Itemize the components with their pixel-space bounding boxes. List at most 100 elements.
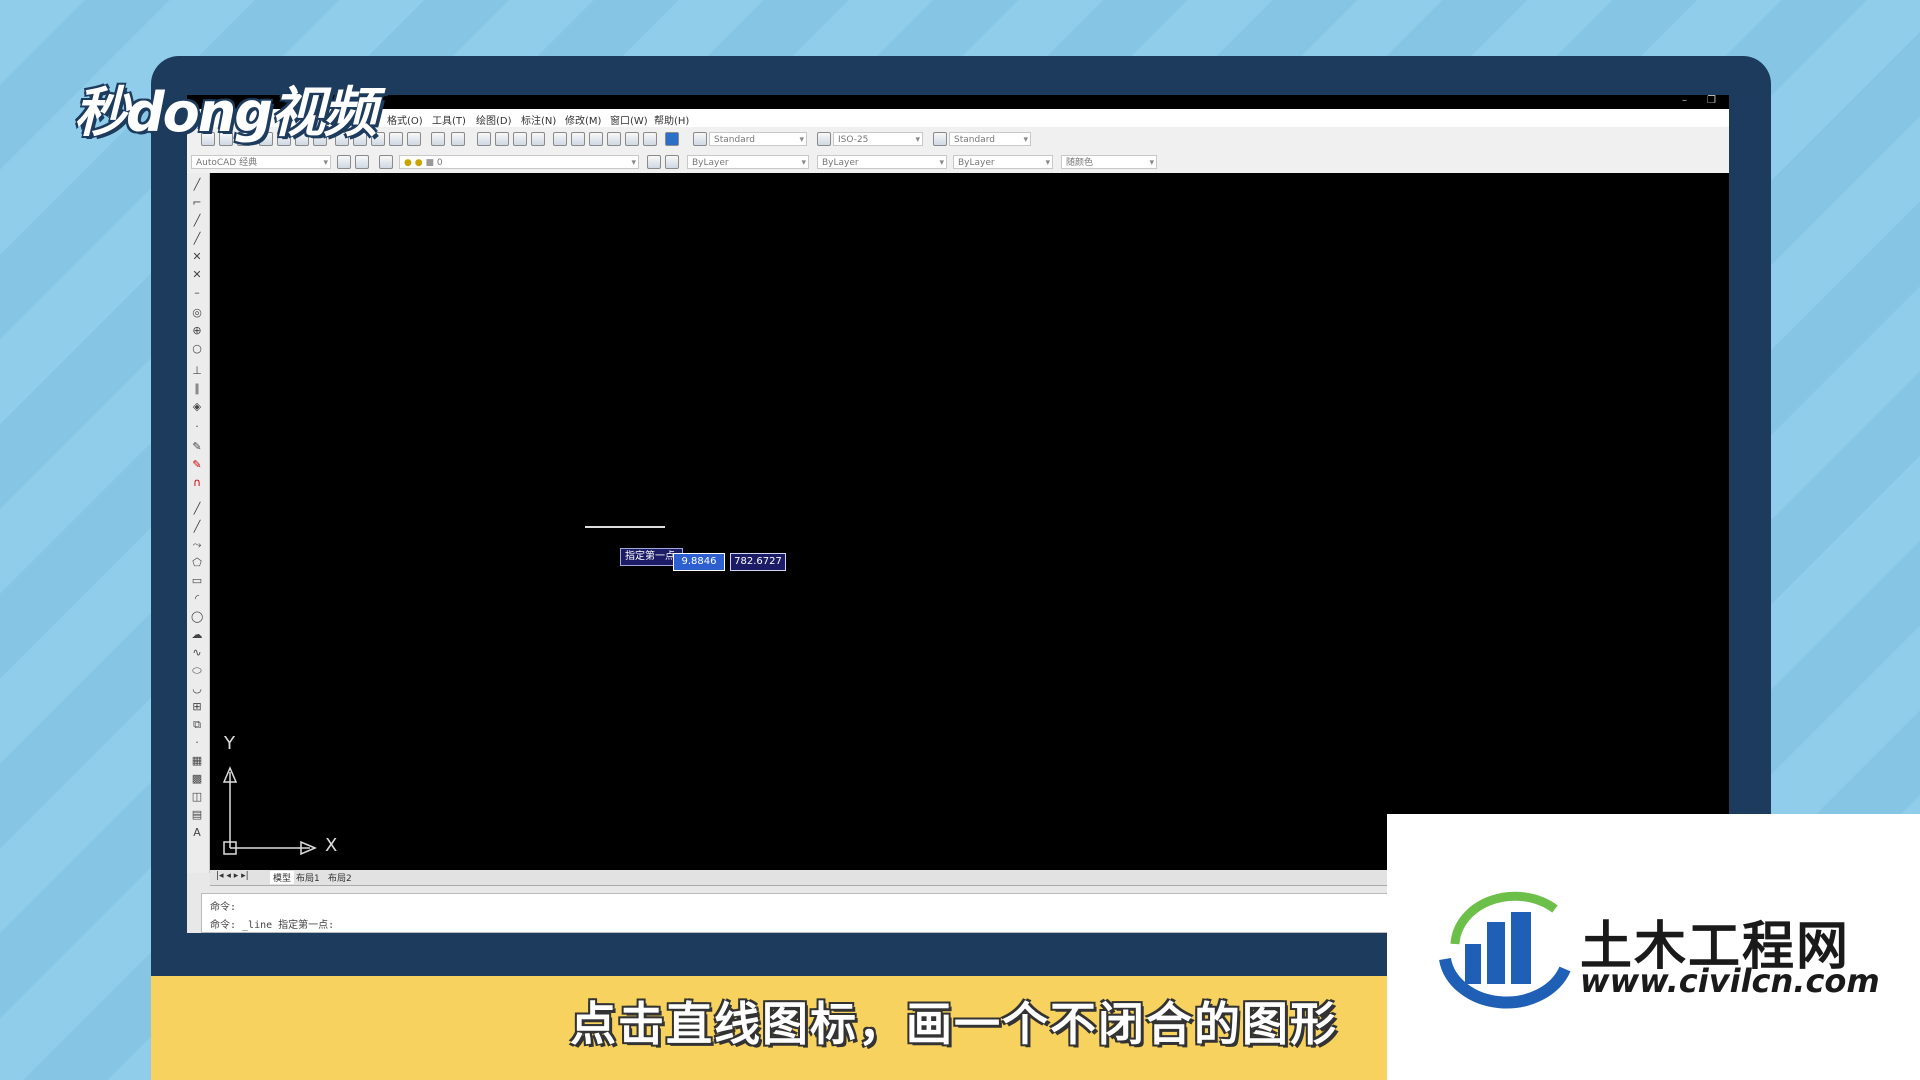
sheet-set-icon[interactable] bbox=[607, 132, 621, 146]
node-icon[interactable]: ◈ bbox=[191, 401, 203, 413]
ellipse-icon[interactable]: ⬭ bbox=[191, 665, 203, 677]
snap-settings-icon[interactable]: ✎ bbox=[191, 459, 203, 471]
drawn-line-segment bbox=[585, 526, 665, 528]
tool-palettes-icon[interactable] bbox=[589, 132, 603, 146]
snap-icon[interactable]: ✎ bbox=[191, 441, 203, 453]
ucs-y-label: Y bbox=[224, 733, 235, 754]
multiline-text-icon[interactable]: A bbox=[191, 827, 203, 839]
zoom-previous-icon[interactable] bbox=[531, 132, 545, 146]
markup-icon[interactable] bbox=[625, 132, 639, 146]
rectangle-icon[interactable]: ▭ bbox=[191, 575, 203, 587]
workspace-settings-icon[interactable] bbox=[337, 155, 351, 169]
help-icon[interactable] bbox=[665, 132, 679, 146]
text-style-icon[interactable] bbox=[693, 132, 707, 146]
draw-toolbar: ╱ ⌐ ╱ ╱ ✕ ✕ – ◎ ⊕ ○ ⊥ ∥ ◈ · ✎ ✎ ∩ ╱ ╱ ⤳ … bbox=[187, 173, 210, 873]
pan-icon[interactable] bbox=[477, 132, 491, 146]
drawing-canvas[interactable] bbox=[210, 173, 1729, 870]
workspace-select[interactable]: AutoCAD 经典 bbox=[191, 155, 331, 170]
parallel-icon[interactable]: ∥ bbox=[191, 383, 203, 395]
menu-format[interactable]: 格式(O) bbox=[387, 112, 423, 127]
properties-icon[interactable] bbox=[553, 132, 567, 146]
erase-icon[interactable]: ✕ bbox=[191, 251, 203, 263]
circle-icon[interactable]: ◎ bbox=[191, 307, 203, 319]
menu-modify[interactable]: 修改(M) bbox=[565, 112, 601, 127]
make-current-layer-icon[interactable] bbox=[647, 155, 661, 169]
subtitle-text: 点击直线图标，画一个不闭合的图形 bbox=[570, 997, 1338, 1051]
center-icon[interactable]: ⊕ bbox=[191, 325, 203, 337]
layer-manager-icon[interactable] bbox=[379, 155, 393, 169]
undo-icon[interactable] bbox=[431, 132, 445, 146]
magnet-icon[interactable]: ∩ bbox=[191, 477, 203, 489]
draw-circle-icon[interactable]: ◯ bbox=[191, 611, 203, 623]
menu-help[interactable]: 帮助(H) bbox=[654, 112, 689, 127]
draw-polyline-icon[interactable]: ⤳ bbox=[191, 539, 203, 551]
sun-icon: ● bbox=[414, 158, 423, 168]
point-icon[interactable]: · bbox=[191, 737, 203, 749]
linetype-select[interactable]: ByLayer bbox=[817, 155, 947, 170]
perpendicular-icon[interactable]: ⊥ bbox=[191, 365, 203, 377]
polygon-icon[interactable]: ⬠ bbox=[191, 557, 203, 569]
calculator-icon[interactable] bbox=[643, 132, 657, 146]
rotate-icon[interactable]: ○ bbox=[191, 343, 203, 355]
brush-icon[interactable] bbox=[407, 132, 421, 146]
watermark-url: www.civilcn.com bbox=[1580, 962, 1880, 1000]
make-block-icon[interactable]: ⧉ bbox=[191, 719, 203, 731]
minimize-icon[interactable]: – bbox=[1682, 95, 1687, 106]
menu-bar: 插入(I) 格式(O) 工具(T) 绘图(D) 标注(N) 修改(M) 窗口(W… bbox=[187, 109, 1729, 128]
revcloud-icon[interactable]: ☁ bbox=[191, 629, 203, 641]
brand-logo: 秒dong视频 bbox=[74, 81, 377, 144]
dash-icon[interactable]: – bbox=[191, 287, 203, 299]
arc-icon[interactable]: ◜ bbox=[191, 593, 203, 605]
restore-icon[interactable]: ❐ bbox=[1707, 95, 1716, 106]
zoom-window-icon[interactable] bbox=[513, 132, 527, 146]
menu-dimension[interactable]: 标注(N) bbox=[521, 112, 556, 127]
text-style-select[interactable]: Standard bbox=[709, 132, 807, 147]
tab-layout2[interactable]: 布局2 bbox=[328, 871, 352, 884]
lineweight-select[interactable]: ByLayer bbox=[953, 155, 1053, 170]
table-style-select[interactable]: Standard bbox=[949, 132, 1031, 147]
autocad-window: dwg] – ❐ 插入(I) 格式(O) 工具(T) 绘图(D) 标注(N) 修… bbox=[187, 95, 1729, 933]
tab-model[interactable]: 模型 bbox=[270, 871, 295, 884]
gradient-icon[interactable]: ▩ bbox=[191, 773, 203, 785]
civilcn-logo-icon bbox=[1439, 891, 1571, 1009]
polyline-icon[interactable]: ⌐ bbox=[191, 197, 203, 209]
cross-icon[interactable]: ✕ bbox=[191, 269, 203, 281]
menu-tools[interactable]: 工具(T) bbox=[432, 112, 466, 127]
layer-select[interactable]: ● ● ■ 0 bbox=[399, 155, 639, 170]
color-select[interactable]: ByLayer bbox=[687, 155, 809, 170]
coord-y-input[interactable]: 782.6727 bbox=[730, 553, 786, 571]
zoom-realtime-icon[interactable] bbox=[495, 132, 509, 146]
ucs-x-label: X bbox=[325, 835, 338, 856]
redo-icon[interactable] bbox=[451, 132, 465, 146]
layer-previous-icon[interactable] bbox=[665, 155, 679, 169]
region-icon[interactable]: ◫ bbox=[191, 791, 203, 803]
match-properties-icon[interactable] bbox=[389, 132, 403, 146]
draw-xline-icon[interactable]: ╱ bbox=[191, 521, 203, 533]
design-center-icon[interactable] bbox=[571, 132, 585, 146]
menu-window[interactable]: 窗口(W) bbox=[610, 112, 648, 127]
layer-name: 0 bbox=[436, 158, 443, 168]
table-style-icon[interactable] bbox=[933, 132, 947, 146]
ucs-icon bbox=[222, 766, 317, 856]
multiline-icon[interactable]: ╱ bbox=[191, 233, 203, 245]
spline-icon[interactable]: ∿ bbox=[191, 647, 203, 659]
title-bar: dwg] – ❐ bbox=[187, 95, 1729, 109]
ellipse-arc-icon[interactable]: ◡ bbox=[191, 683, 203, 695]
workspace-save-icon[interactable] bbox=[355, 155, 369, 169]
command-history-line: 命令: bbox=[210, 902, 237, 913]
insert-block-icon[interactable]: ⊞ bbox=[191, 701, 203, 713]
dim-style-icon[interactable] bbox=[817, 132, 831, 146]
construction-line-icon[interactable]: ╱ bbox=[191, 215, 203, 227]
bulb-icon: ● bbox=[404, 158, 412, 168]
dot-icon[interactable]: · bbox=[191, 421, 203, 433]
plot-style-select[interactable]: 随颜色 bbox=[1061, 155, 1157, 170]
line-icon[interactable]: ╱ bbox=[191, 179, 203, 191]
coord-x-input[interactable]: 9.8846 bbox=[673, 553, 725, 571]
tab-layout1[interactable]: 布局1 bbox=[296, 871, 320, 884]
tab-nav-arrows[interactable]: |◂ ◂ ▸ ▸| bbox=[216, 871, 249, 881]
menu-draw[interactable]: 绘图(D) bbox=[476, 112, 512, 127]
table-icon[interactable]: ▤ bbox=[191, 809, 203, 821]
hatch-icon[interactable]: ▦ bbox=[191, 755, 203, 767]
dim-style-select[interactable]: ISO-25 bbox=[833, 132, 923, 147]
draw-line-icon[interactable]: ╱ bbox=[191, 503, 203, 515]
